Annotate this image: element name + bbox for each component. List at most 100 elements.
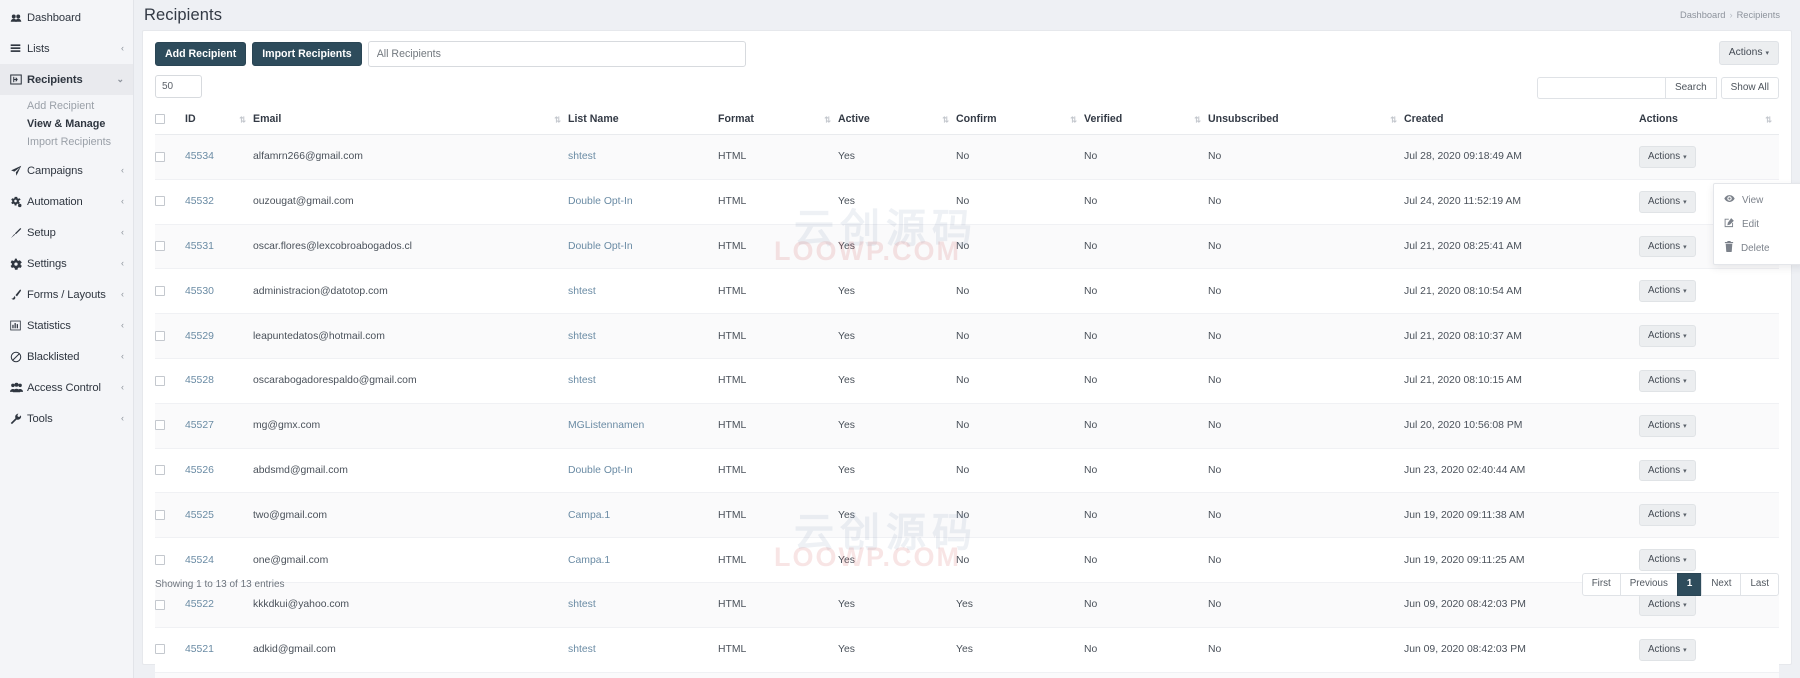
sidebar-item-campaigns[interactable]: Campaigns ‹ — [0, 155, 133, 186]
row-actions-button[interactable]: Actions ▾ — [1639, 593, 1696, 616]
recipient-id-link[interactable]: 45524 — [185, 555, 214, 566]
pagination-first[interactable]: First — [1581, 573, 1621, 596]
list-name-link[interactable]: shtest — [568, 375, 596, 386]
row-checkbox[interactable] — [155, 330, 165, 341]
row-actions-button[interactable]: Actions ▾ — [1639, 638, 1696, 661]
column-header-confirm[interactable]: Confirm ⇅ — [956, 105, 1084, 135]
sidebar-item-recipients[interactable]: Recipients ⌄ — [0, 64, 133, 95]
row-checkbox[interactable] — [155, 644, 165, 655]
sort-toggle-icon[interactable]: ⇅ — [239, 115, 246, 124]
recipient-id-link[interactable]: 45530 — [185, 286, 214, 297]
row-actions-button[interactable]: Actions ▾ — [1639, 280, 1696, 303]
sort-toggle-icon[interactable]: ⇅ — [1765, 115, 1772, 124]
list-name-link[interactable]: shtest — [568, 644, 596, 655]
sort-toggle-icon[interactable]: ⇅ — [824, 115, 831, 124]
sort-toggle-icon[interactable]: ⇅ — [1070, 115, 1077, 124]
sort-toggle-icon[interactable]: ⇅ — [554, 115, 561, 124]
column-header-format[interactable]: Format ⇅ — [718, 105, 838, 135]
row-checkbox[interactable] — [155, 286, 165, 297]
sidebar-item-lists[interactable]: Lists ‹ — [0, 33, 133, 64]
row-action-view[interactable]: View — [1714, 188, 1800, 212]
sidebar-item-setup[interactable]: Setup ‹ — [0, 217, 133, 248]
row-checkbox[interactable] — [155, 375, 165, 386]
breadcrumb-dashboard[interactable]: Dashboard — [1680, 10, 1725, 20]
import-recipients-button[interactable]: Import Recipients — [252, 41, 362, 67]
row-checkbox[interactable] — [155, 554, 165, 565]
row-actions-button[interactable]: Actions ▾ — [1639, 414, 1696, 437]
row-checkbox[interactable] — [155, 151, 165, 162]
recipient-id-link[interactable]: 45522 — [185, 599, 214, 610]
list-name-link[interactable]: shtest — [568, 599, 596, 610]
row-actions-button[interactable]: Actions ▾ — [1639, 146, 1696, 168]
sort-toggle-icon[interactable]: ⇅ — [1194, 115, 1201, 124]
list-name-link[interactable]: Double Opt-In — [568, 241, 633, 252]
column-header-verified[interactable]: Verified ⇅ — [1084, 105, 1208, 135]
list-name-link[interactable]: Double Opt-In — [568, 465, 633, 476]
recipient-id-link[interactable]: 45532 — [185, 196, 214, 207]
sidebar-item-blacklisted[interactable]: Blacklisted ‹ — [0, 341, 133, 372]
sidebar-subitem-view-manage[interactable]: View & Manage — [0, 115, 133, 133]
list-name-link[interactable]: Double Opt-In — [568, 196, 633, 207]
row-actions-button[interactable]: Actions ▾ — [1639, 325, 1696, 347]
row-actions-button[interactable]: Actions ▾ — [1639, 235, 1696, 258]
list-name-link[interactable]: shtest — [568, 286, 596, 297]
row-checkbox[interactable] — [155, 510, 165, 521]
sidebar-subitem-import-recipients[interactable]: Import Recipients — [0, 133, 133, 151]
sidebar-item-tools[interactable]: Tools ‹ — [0, 403, 133, 434]
sidebar-subitem-add-recipient[interactable]: Add Recipient — [0, 97, 133, 115]
pagination-previous[interactable]: Previous — [1619, 573, 1678, 596]
sidebar-item-statistics[interactable]: Statistics ‹ — [0, 310, 133, 341]
sort-toggle-icon[interactable]: ⇅ — [1390, 115, 1397, 124]
select-all-checkbox[interactable] — [155, 114, 165, 125]
pagination-1[interactable]: 1 — [1676, 573, 1703, 596]
page-length-select[interactable]: 50 — [155, 75, 202, 98]
breadcrumb-recipients[interactable]: Recipients — [1737, 10, 1780, 20]
row-actions-button[interactable]: Actions ▾ — [1639, 504, 1696, 527]
search-button[interactable]: Search — [1664, 77, 1717, 99]
row-actions-button[interactable]: Actions ▾ — [1639, 190, 1696, 213]
sidebar-item-automation[interactable]: Automation ‹ — [0, 186, 133, 217]
recipient-id-link[interactable]: 45531 — [185, 241, 214, 252]
row-action-edit[interactable]: Edit — [1714, 212, 1800, 236]
row-actions-button[interactable]: Actions ▾ — [1639, 369, 1696, 392]
column-header-id[interactable]: ID ⇅ — [185, 105, 253, 135]
search-input[interactable] — [1536, 77, 1665, 99]
recipient-id-link[interactable]: 45529 — [185, 331, 214, 342]
list-name-link[interactable]: MGListennamen — [568, 420, 644, 431]
sidebar-item-forms-layouts[interactable]: Forms / Layouts ‹ — [0, 279, 133, 310]
column-header-active[interactable]: Active ⇅ — [838, 105, 956, 135]
recipient-id-link[interactable]: 45528 — [185, 375, 214, 386]
cell-id: 45528 — [185, 358, 253, 404]
list-name-link[interactable]: Campa.1 — [568, 555, 610, 566]
sidebar-item-access-control[interactable]: Access Control ‹ — [0, 372, 133, 403]
column-header-actions[interactable]: Actions ⇅ — [1639, 105, 1779, 135]
list-name-link[interactable]: shtest — [568, 331, 596, 342]
list-filter-select[interactable]: All Recipients — [367, 41, 746, 67]
recipient-id-link[interactable]: 45534 — [185, 151, 214, 162]
list-name-link[interactable]: shtest — [568, 151, 596, 162]
pagination-next[interactable]: Next — [1701, 573, 1742, 596]
sidebar-item-dashboard[interactable]: Dashboard — [0, 2, 133, 33]
sidebar-item-settings[interactable]: Settings ‹ — [0, 248, 133, 279]
row-checkbox[interactable] — [155, 420, 165, 431]
row-checkbox[interactable] — [155, 241, 165, 252]
recipient-id-link[interactable]: 45526 — [185, 465, 214, 476]
row-action-delete[interactable]: Delete — [1714, 236, 1800, 260]
recipient-id-link[interactable]: 45527 — [185, 420, 214, 431]
column-header-email[interactable]: Email ⇅ — [253, 105, 568, 135]
recipient-id-link[interactable]: 45525 — [185, 510, 214, 521]
sort-toggle-icon[interactable]: ⇅ — [942, 115, 949, 124]
row-actions-button[interactable]: Actions ▾ — [1639, 549, 1696, 571]
show-all-button[interactable]: Show All — [1720, 77, 1779, 99]
row-checkbox[interactable] — [155, 599, 165, 610]
list-name-link[interactable]: Campa.1 — [568, 510, 610, 521]
recipient-id-link[interactable]: 45521 — [185, 644, 214, 655]
column-header-unsubscribed[interactable]: Unsubscribed ⇅ — [1208, 105, 1404, 135]
pagination-last[interactable]: Last — [1740, 573, 1779, 596]
bulk-actions-button[interactable]: Actions ▾ — [1718, 41, 1779, 66]
cell-verified: No — [1084, 313, 1208, 359]
row-actions-button[interactable]: Actions ▾ — [1639, 459, 1696, 482]
add-recipient-button[interactable]: Add Recipient — [155, 41, 247, 67]
row-checkbox[interactable] — [155, 196, 165, 207]
row-checkbox[interactable] — [155, 465, 165, 476]
